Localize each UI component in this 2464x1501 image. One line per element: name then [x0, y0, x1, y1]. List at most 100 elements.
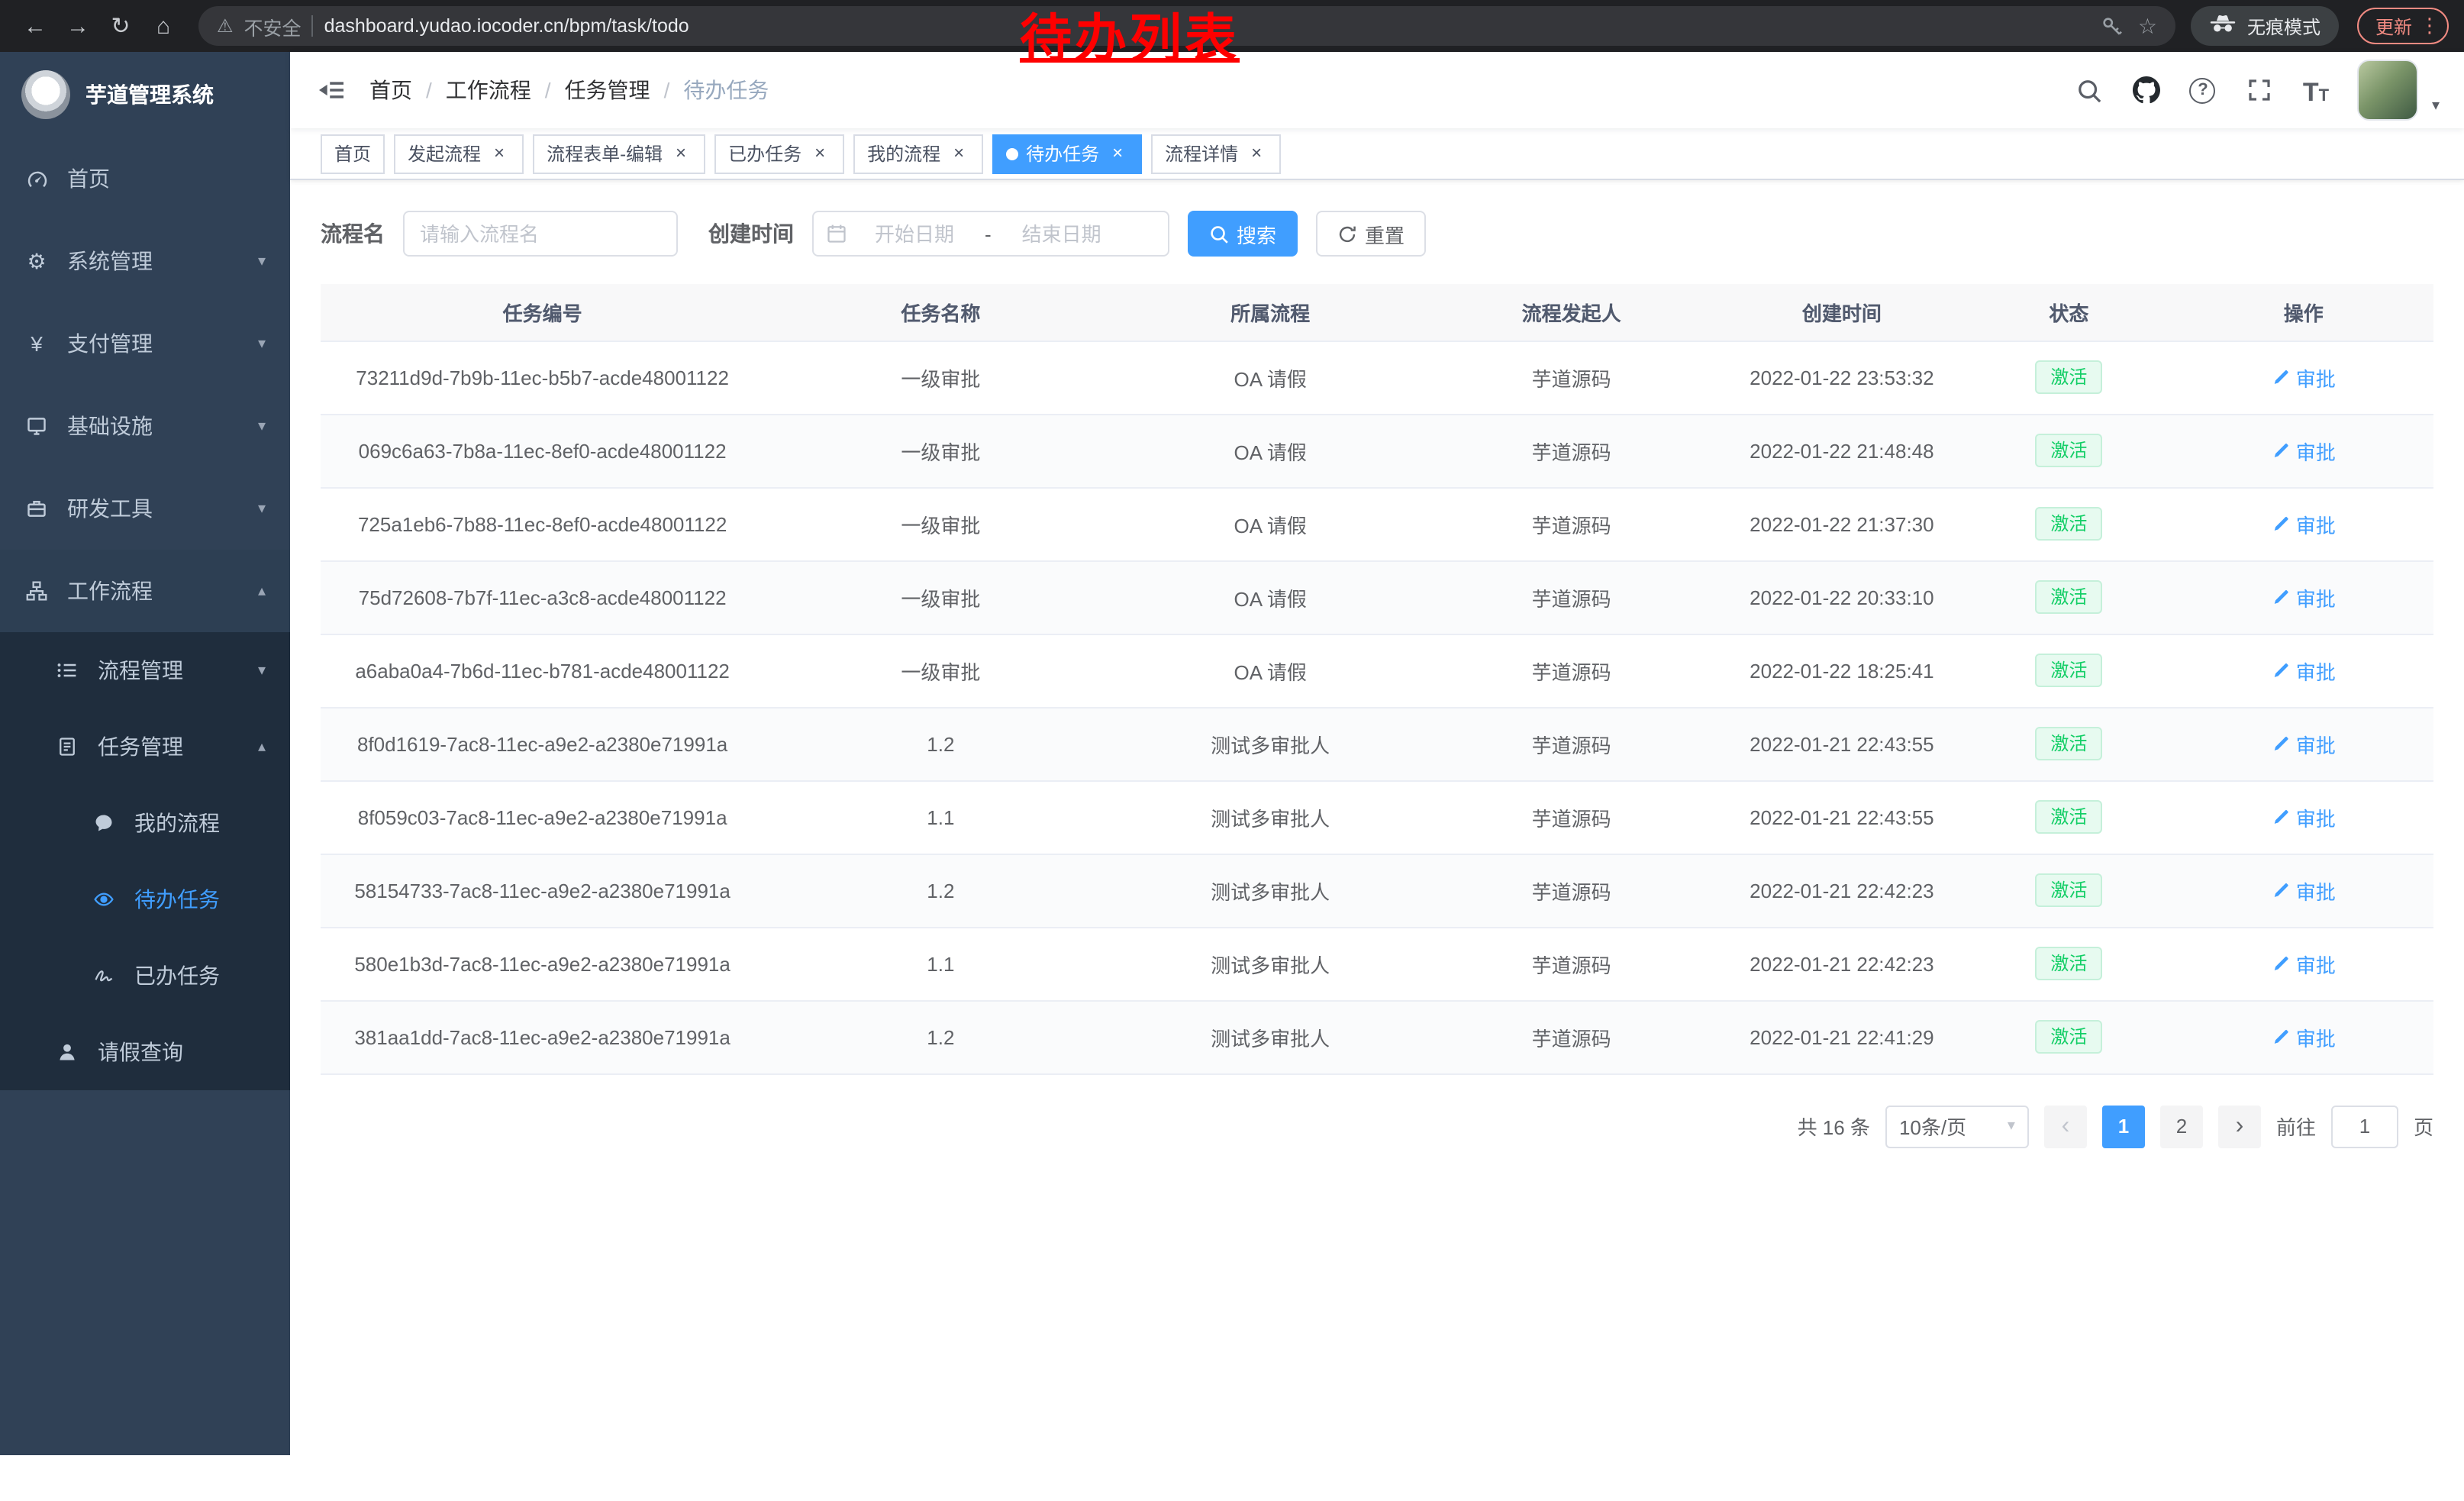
breadcrumb-separator: / — [426, 78, 432, 102]
help-icon[interactable]: ? — [2188, 75, 2218, 105]
column-header-process: 所属流程 — [1118, 284, 1424, 341]
cell-status: 激活 — [1964, 707, 2173, 780]
sidebar-item-workflow[interactable]: 工作流程 ▴ — [0, 550, 290, 632]
address-bar[interactable]: ⚠ 不安全 dashboard.yudao.iocoder.cn/bpm/tas… — [198, 6, 2175, 46]
page-size-select[interactable]: 10条/页 ▾ — [1885, 1105, 2029, 1148]
tab-label: 流程表单-编辑 — [547, 140, 663, 166]
filter-bar: 流程名 创建时间 - 搜索 — [321, 211, 2433, 257]
cell-process: 测试多审批人 — [1118, 780, 1424, 854]
sidebar-toggle-icon[interactable] — [314, 73, 348, 107]
tab-close-icon[interactable]: × — [948, 143, 969, 164]
tab-4[interactable]: 我的流程× — [853, 134, 983, 173]
app-logo: 芋道管理系统 — [0, 52, 290, 137]
start-date-input[interactable] — [850, 222, 979, 245]
page-size-value: 10条/页 — [1899, 1112, 1966, 1141]
date-range-picker[interactable]: - — [812, 211, 1169, 257]
main-area: 首页 / 工作流程 / 任务管理 / 待办任务 ? — [290, 52, 2464, 1455]
sidebar-item-home[interactable]: 首页 — [0, 137, 290, 220]
tab-close-icon[interactable]: × — [670, 143, 692, 164]
breadcrumb-item-task-management[interactable]: 任务管理 — [565, 75, 650, 105]
sidebar-item-leave-query[interactable]: 请假查询 — [0, 1014, 290, 1090]
approve-link[interactable]: 审批 — [2272, 436, 2336, 465]
approve-label: 审批 — [2296, 436, 2336, 465]
search-icon[interactable] — [2075, 75, 2105, 105]
user-avatar[interactable] — [2357, 60, 2418, 121]
cell-process: OA 请假 — [1118, 414, 1424, 487]
approve-label: 审批 — [2296, 509, 2336, 538]
sidebar-item-todo-tasks[interactable]: 待办任务 — [0, 861, 290, 938]
table-row: 725a1eb6-7b88-11ec-8ef0-acde48001122 一级审… — [321, 487, 2433, 560]
approve-link[interactable]: 审批 — [2272, 949, 2336, 978]
sidebar-item-task-management[interactable]: 任务管理 ▴ — [0, 709, 290, 785]
cell-task-id: 725a1eb6-7b88-11ec-8ef0-acde48001122 — [321, 487, 764, 560]
end-date-input[interactable] — [998, 222, 1126, 245]
approve-link[interactable]: 审批 — [2272, 802, 2336, 831]
calendar-icon — [826, 223, 847, 244]
cell-initiator: 芋道源码 — [1424, 780, 1720, 854]
search-button-label: 搜索 — [1237, 219, 1276, 248]
forward-icon[interactable]: → — [58, 6, 98, 46]
status-badge: 激活 — [2035, 360, 2102, 395]
fullscreen-icon[interactable] — [2244, 75, 2275, 105]
tab-5[interactable]: 待办任务 × — [992, 134, 1142, 173]
sidebar: 芋道管理系统 首页 ⚙ 系统管理 ▾ ¥ 支付管理 ▾ — [0, 52, 290, 1455]
next-page-button[interactable]: › — [2218, 1105, 2261, 1148]
tab-2[interactable]: 流程表单-编辑 × — [533, 134, 705, 173]
pagination: 共 16 条 10条/页 ▾ ‹ 1 2 › 前往 页 — [321, 1105, 2433, 1148]
goto-page-input[interactable] — [2331, 1105, 2398, 1148]
user-menu-caret-icon[interactable]: ▾ — [2432, 98, 2440, 121]
goto-label: 前往 — [2276, 1112, 2316, 1141]
page-button-1[interactable]: 1 — [2102, 1105, 2145, 1148]
tab-label: 待办任务 — [1026, 140, 1099, 166]
tab-3[interactable]: 已办任务× — [714, 134, 844, 173]
page-button-2[interactable]: 2 — [2160, 1105, 2203, 1148]
back-icon[interactable]: ← — [15, 6, 55, 46]
approve-link[interactable]: 审批 — [2272, 656, 2336, 685]
chrome-menu-icon[interactable]: ⋮ — [2420, 14, 2440, 38]
column-header-actions: 操作 — [2173, 284, 2433, 341]
approve-label: 审批 — [2296, 802, 2336, 831]
search-button[interactable]: 搜索 — [1188, 211, 1298, 257]
bookmark-star-icon[interactable]: ☆ — [2138, 13, 2157, 39]
approve-link[interactable]: 审批 — [2272, 729, 2336, 758]
security-warning-icon[interactable]: ⚠ — [217, 15, 234, 37]
tab-1[interactable]: 发起流程× — [394, 134, 524, 173]
update-button[interactable]: 更新 ⋮ — [2357, 8, 2449, 44]
chevron-up-icon: ▴ — [258, 583, 266, 599]
reload-icon[interactable]: ↻ — [101, 6, 140, 46]
sidebar-item-my-process[interactable]: 我的流程 — [0, 785, 290, 861]
tab-close-icon[interactable]: × — [489, 143, 510, 164]
approve-link[interactable]: 审批 — [2272, 1022, 2336, 1051]
prev-page-button[interactable]: ‹ — [2044, 1105, 2087, 1148]
font-size-icon[interactable]: TT — [2301, 75, 2331, 105]
table-row: 73211d9d-7b9b-11ec-b5b7-acde48001122 一级审… — [321, 341, 2433, 414]
reset-button[interactable]: 重置 — [1316, 211, 1426, 257]
password-key-icon[interactable] — [2097, 11, 2127, 41]
tab-close-icon[interactable]: × — [1107, 143, 1128, 164]
sidebar-item-process-management[interactable]: 流程管理 ▾ — [0, 632, 290, 709]
breadcrumb-item-workflow[interactable]: 工作流程 — [446, 75, 531, 105]
breadcrumb-item-home[interactable]: 首页 — [369, 75, 412, 105]
tab-6[interactable]: 流程详情× — [1151, 134, 1281, 173]
tab-0[interactable]: 首页 — [321, 134, 385, 173]
home-icon[interactable]: ⌂ — [144, 6, 183, 46]
sidebar-item-devtools[interactable]: 研发工具 ▾ — [0, 467, 290, 550]
sidebar-item-infrastructure[interactable]: 基础设施 ▾ — [0, 385, 290, 467]
approve-link[interactable]: 审批 — [2272, 363, 2336, 392]
update-label: 更新 — [2375, 13, 2412, 39]
table-row: 58154733-7ac8-11ec-a9e2-a2380e71991a 1.2… — [321, 854, 2433, 927]
sidebar-item-done-tasks[interactable]: 已办任务 — [0, 938, 290, 1014]
column-header-initiator: 流程发起人 — [1424, 284, 1720, 341]
sidebar-item-system[interactable]: ⚙ 系统管理 ▾ — [0, 220, 290, 302]
sidebar-item-label: 系统管理 — [67, 246, 153, 276]
tab-close-icon[interactable]: × — [1246, 143, 1267, 164]
sidebar-item-payment[interactable]: ¥ 支付管理 ▾ — [0, 302, 290, 385]
process-name-input[interactable] — [403, 211, 678, 257]
cell-initiator: 芋道源码 — [1424, 487, 1720, 560]
approve-link[interactable]: 审批 — [2272, 876, 2336, 905]
tab-close-icon[interactable]: × — [809, 143, 830, 164]
approve-link[interactable]: 审批 — [2272, 583, 2336, 612]
cell-status: 激活 — [1964, 1000, 2173, 1073]
github-icon[interactable] — [2131, 75, 2162, 105]
approve-link[interactable]: 审批 — [2272, 509, 2336, 538]
